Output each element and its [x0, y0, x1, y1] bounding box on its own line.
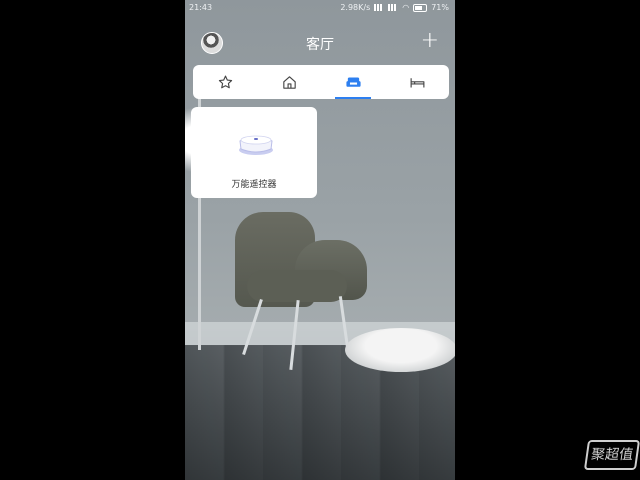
- room-tab-bar: [193, 65, 449, 99]
- status-time: 21:43: [189, 3, 213, 12]
- battery-icon: [413, 3, 428, 12]
- signal-icon: [388, 4, 399, 11]
- star-icon: [218, 75, 232, 88]
- battery-level: 71%: [431, 3, 449, 12]
- device-card[interactable]: 万能遥控器: [191, 107, 317, 198]
- add-icon[interactable]: +: [421, 30, 439, 52]
- network-speed: 2.98K/s: [340, 3, 371, 12]
- armchair-seat: [247, 270, 347, 302]
- page-title: 客厅: [306, 37, 334, 53]
- home-icon: [282, 75, 296, 89]
- app-header: 客厅 +: [185, 28, 455, 60]
- phone-screen: 21:43 2.98K/s ◠ 71% 客厅 + 万能遥控器: [185, 0, 455, 480]
- signal-icon: [374, 4, 385, 11]
- tab-living-room[interactable]: [321, 65, 385, 99]
- bed-icon: [410, 77, 424, 87]
- watermark-logo: 聚超值: [583, 440, 640, 470]
- tab-favorites[interactable]: [193, 65, 257, 99]
- remote-hub-icon: [239, 135, 273, 155]
- tab-home[interactable]: [257, 65, 321, 99]
- sofa-icon: [345, 77, 361, 87]
- status-bar: 21:43 2.98K/s ◠ 71%: [185, 0, 455, 16]
- tab-bedroom[interactable]: [385, 65, 449, 99]
- wifi-icon: ◠: [402, 3, 410, 12]
- floor-pillow: [345, 328, 455, 372]
- device-label: 万能遥控器: [231, 180, 277, 190]
